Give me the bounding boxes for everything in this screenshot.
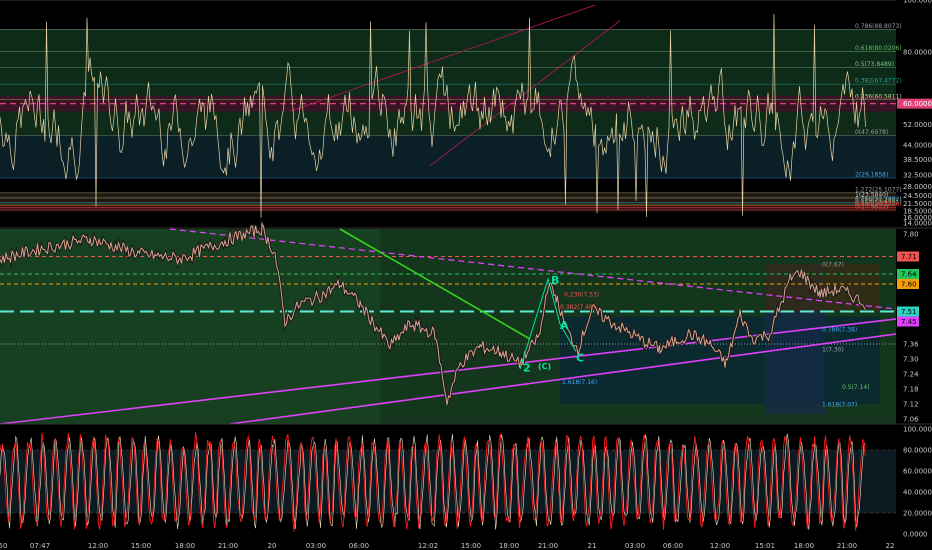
y-tick-label: 7.36 — [903, 341, 919, 349]
x-tick-label: 18:00 — [499, 542, 519, 550]
stochastic-panel-bottom[interactable]: 100.0000 80.0000 60.0000 40.0000 20.0000 0.00… — [0, 425, 932, 539]
price-tag-label: 7.60 — [901, 281, 917, 289]
fib-band-upper — [0, 29, 896, 136]
fib-level-label: 0.618(80.0206) — [855, 45, 902, 52]
x-tick-label: 06:00 — [349, 542, 369, 550]
fib-level-label: 0(17.9822) — [855, 203, 888, 210]
x-tick-label: 06:00 — [663, 542, 683, 550]
y-tick-label: 7.30 — [903, 356, 919, 364]
price-tag-label: 7.45 — [901, 318, 917, 326]
fib-level-label: 0.786(88.8073) — [855, 23, 902, 30]
fib-band-bottom — [0, 205, 896, 212]
y-tick-label: 7.18 — [903, 386, 919, 394]
y-tick-label: 80.0000 — [903, 48, 932, 56]
fib-level-label: 2(29.1858) — [855, 171, 888, 178]
y-tick-label: 80.0000 — [903, 447, 932, 455]
fib-label: 0.236(7.53) — [564, 292, 599, 299]
fib-label: 1.618(7.16) — [562, 379, 597, 386]
x-tick-label: 22 — [886, 542, 895, 550]
x-tick-label: 21 — [588, 542, 597, 550]
oscillator-panel-top[interactable]: 1(100.0000) 0.786(88.8073) 0.618(80.0206) 0… — [0, 0, 932, 229]
price-panel-main[interactable]: B A C 2 (C) 0(7.67) 0.786(7.38) 1(7.30) 0.5(7.14… — [0, 218, 932, 425]
x-tick-label: 18:00 — [794, 542, 814, 550]
x-tick-label: 21:00 — [218, 542, 238, 550]
wave-label: B — [551, 274, 559, 287]
x-tick-label: 12:00 — [88, 542, 108, 550]
y-tick-label: 7.80 — [903, 231, 919, 239]
y-tick-label: 100.0000 — [903, 426, 932, 434]
time-axis: 50 07:47 12:00 15:00 18:00 21:00 20 03:00 06:00 1… — [0, 539, 932, 550]
y-tick-label: 52.0000 — [903, 121, 932, 129]
y-tick-label: 28.0000 — [903, 183, 932, 191]
y-tick-label: 44.0000 — [903, 142, 932, 150]
price-tag-label: 7.64 — [901, 271, 917, 279]
y-tick-label: 60.0000 — [903, 468, 932, 476]
x-tick-label: 18:00 — [175, 542, 195, 550]
y-tick-label: 32.5000 — [903, 171, 932, 179]
x-tick-label: 21:00 — [837, 542, 857, 550]
wave-label: A — [560, 319, 569, 332]
y-tick-label: 7.06 — [903, 416, 919, 424]
y-tick-label: 40.0000 — [903, 489, 932, 497]
fib-label: 1(7.30) — [822, 347, 844, 354]
fib-label: 0.382(7.48) — [560, 304, 595, 311]
x-tick-label: 07:47 — [30, 542, 50, 550]
x-tick-label: 15:01 — [755, 542, 775, 550]
price-tag-label: 7.71 — [901, 253, 917, 261]
fib-level-label: 1(100.0000) — [855, 0, 892, 1]
y-tick-label: 7.12 — [903, 401, 919, 409]
wave-label: C — [576, 352, 584, 365]
x-tick-label: 20 — [268, 542, 277, 550]
fib-label: 1.618(7.07) — [822, 402, 857, 409]
y-tick-label: 14.0000 — [903, 219, 932, 227]
x-tick-label: 15:00 — [461, 542, 481, 550]
price-tag-label: 7.51 — [901, 308, 917, 316]
fib-label: 0.5(7.14) — [842, 384, 870, 391]
y-tick-label: 7.24 — [903, 371, 919, 379]
x-tick-label: 21:00 — [538, 542, 558, 550]
wave-label: 2 — [523, 362, 531, 375]
trading-chart[interactable]: 1(100.0000) 0.786(88.8073) 0.618(80.0206) 0… — [0, 0, 932, 550]
fib-label: 0.786(7.38) — [822, 327, 857, 334]
y-tick-label: 0.0000 — [903, 531, 928, 539]
y-tick-highlight-label: 60.0000 — [903, 100, 932, 108]
fib-label: 0(7.67) — [822, 262, 844, 269]
x-tick-label: 50 — [0, 542, 7, 550]
y-tick-label: 20.0000 — [903, 510, 932, 518]
x-tick-label: 03:00 — [306, 542, 326, 550]
y-tick-label: 100.0000 — [903, 0, 932, 5]
x-tick-label: 15:00 — [131, 542, 151, 550]
stoch-band — [0, 450, 896, 513]
x-tick-label: 12:00 — [710, 542, 730, 550]
fib-level-label: 0.382(67.4772) — [855, 78, 902, 85]
x-tick-label: 12:02 — [418, 542, 438, 550]
y-tick-label: 38.5000 — [903, 156, 932, 164]
fib-level-label: 0(47.6978) — [855, 129, 888, 136]
x-tick-label: 03:00 — [625, 542, 645, 550]
fib-level-label: 0.5(73.8489) — [855, 61, 894, 68]
wave-label: (C) — [538, 362, 551, 371]
